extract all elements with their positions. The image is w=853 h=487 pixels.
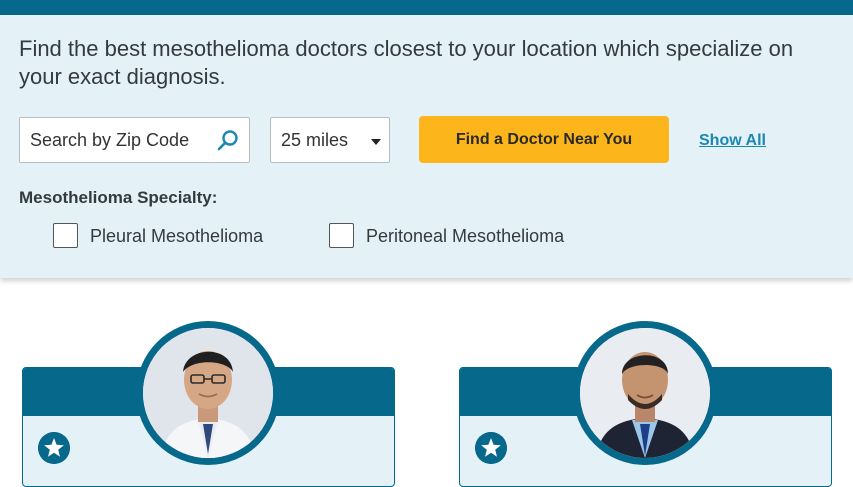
distance-select[interactable]: 25 miles [270,117,390,163]
specialty-label: Mesothelioma Specialty: [19,188,218,207]
top-bar [0,0,853,15]
intro-text: Find the best mesothelioma doctors close… [19,36,794,89]
distance-value: 25 miles [281,130,349,150]
star-icon[interactable] [38,432,70,464]
show-all-link[interactable]: Show All [699,132,766,150]
peritoneal-label: Peritoneal Mesothelioma [366,226,565,246]
search-icon[interactable] [217,129,239,151]
doctor-search-panel: Find the best mesothelioma doctors close… [0,15,853,278]
doctor-photo [143,328,273,458]
pleural-label: Pleural Mesothelioma [90,226,264,246]
specialty-option-peritoneal[interactable]: Peritoneal Mesothelioma [329,223,589,249]
star-icon[interactable] [475,432,507,464]
pleural-checkbox[interactable] [53,223,78,248]
peritoneal-checkbox[interactable] [329,223,354,248]
doctor-photo-frame [573,321,717,465]
zip-search-input[interactable] [30,118,210,162]
doctor-photo-frame [136,321,280,465]
find-doctor-button[interactable]: Find a Doctor Near You [419,116,669,163]
chevron-down-icon [371,139,381,145]
specialty-option-pleural[interactable]: Pleural Mesothelioma [53,223,293,249]
zip-search-field[interactable] [19,117,250,163]
doctor-photo [580,328,710,458]
